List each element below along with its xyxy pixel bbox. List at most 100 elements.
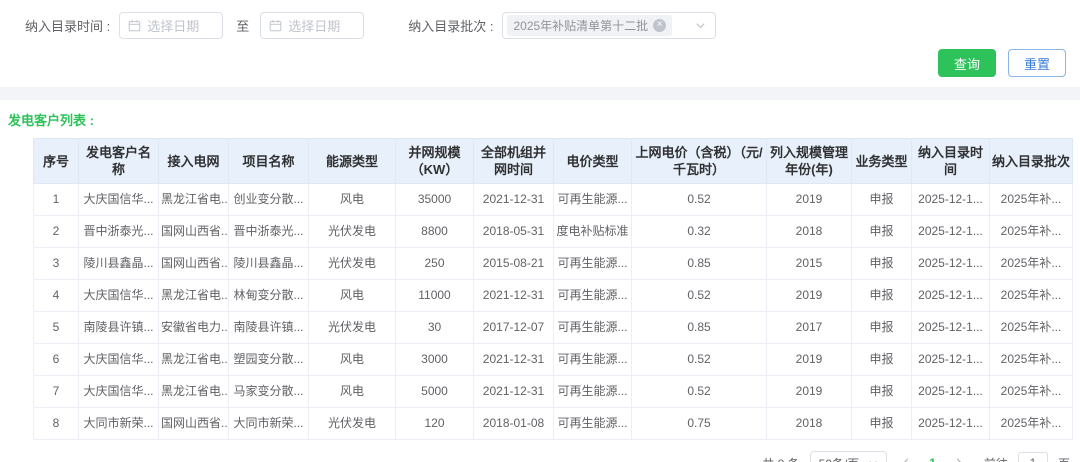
table-cell: 5	[34, 312, 79, 344]
start-date-input[interactable]: 选择日期	[119, 12, 223, 39]
table-row[interactable]: 6大庆国信华...黑龙江省电...塑园变分散...风电30002021-12-3…	[34, 344, 1073, 376]
table-cell: 可再生能源...	[554, 344, 632, 376]
column-header: 上网电价（含税）（元/千瓦时）	[632, 139, 767, 184]
table-row[interactable]: 3陵川县鑫晶...国网山西省...陵川县鑫晶...光伏发电2502015-08-…	[34, 248, 1073, 280]
table-cell: 2018	[767, 408, 852, 440]
table-cell: 黑龙江省电...	[159, 280, 229, 312]
page-size-select[interactable]: 50条/页	[810, 451, 888, 462]
prev-page-button[interactable]	[897, 451, 917, 462]
table-cell: 6	[34, 344, 79, 376]
table-row[interactable]: 7大庆国信华...黑龙江省电...马家变分散...风电50002021-12-3…	[34, 376, 1073, 408]
table-cell: 塑园变分散...	[229, 344, 309, 376]
filter-row: 纳入目录时间 : 选择日期 至 选择日期 纳入目录批次 : 2025年补贴清单第…	[25, 11, 1066, 39]
table-cell: 1	[34, 184, 79, 216]
table-cell: 马家变分散...	[229, 376, 309, 408]
table-row[interactable]: 1大庆国信华...黑龙江省电...创业变分散...风电350002021-12-…	[34, 184, 1073, 216]
table-cell: 国网山西省...	[159, 216, 229, 248]
table-cell: 0.52	[632, 184, 767, 216]
table-cell: 2017	[767, 312, 852, 344]
section-divider	[0, 87, 1080, 100]
table-cell: 申报	[852, 312, 912, 344]
table-cell: 3	[34, 248, 79, 280]
table-cell: 2021-12-31	[474, 376, 554, 408]
query-button[interactable]: 查询	[938, 49, 996, 77]
chevron-left-icon	[902, 458, 912, 462]
end-date-input[interactable]: 选择日期	[260, 12, 364, 39]
table-cell: 2019	[767, 184, 852, 216]
table-cell: 2015-08-21	[474, 248, 554, 280]
table-cell: 7	[34, 376, 79, 408]
table-cell: 5000	[396, 376, 474, 408]
filter-section: 纳入目录时间 : 选择日期 至 选择日期 纳入目录批次 : 2025年补贴清单第…	[0, 0, 1080, 77]
table-row[interactable]: 5南陵县许镇...安徽省电力...南陵县许镇...光伏发电302017-12-0…	[34, 312, 1073, 344]
next-page-button[interactable]	[948, 451, 968, 462]
calendar-icon	[128, 19, 141, 32]
table-cell: 120	[396, 408, 474, 440]
reset-button[interactable]: 重置	[1008, 49, 1066, 77]
table-cell: 2025-12-1...	[912, 248, 990, 280]
table-cell: 国网山西省...	[159, 408, 229, 440]
table-cell: 250	[396, 248, 474, 280]
table-cell: 可再生能源...	[554, 280, 632, 312]
table-cell: 光伏发电	[309, 408, 396, 440]
table-row[interactable]: 8大同市新荣...国网山西省...大同市新荣...光伏发电1202018-01-…	[34, 408, 1073, 440]
table-cell: 2025-12-1...	[912, 312, 990, 344]
current-page[interactable]: 1	[927, 456, 938, 462]
table-cell: 2025-12-1...	[912, 376, 990, 408]
batch-select[interactable]: 2025年补贴清单第十二批 ×	[502, 12, 716, 39]
table-cell: 创业变分散...	[229, 184, 309, 216]
table-cell: 2025-12-1...	[912, 184, 990, 216]
table-cell: 8	[34, 408, 79, 440]
table-cell: 风电	[309, 184, 396, 216]
column-header: 能源类型	[309, 139, 396, 184]
table-cell: 2018-01-08	[474, 408, 554, 440]
circle-close-icon[interactable]: ×	[653, 19, 666, 32]
column-header: 发电客户名称	[79, 139, 159, 184]
table-cell: 陵川县鑫晶...	[79, 248, 159, 280]
table-cell: 2025年补...	[990, 376, 1073, 408]
total-count: 共 8 条	[762, 455, 799, 462]
table-row[interactable]: 4大庆国信华...黑龙江省电...林甸变分散...风电110002021-12-…	[34, 280, 1073, 312]
table-cell: 4	[34, 280, 79, 312]
batch-tag-label: 2025年补贴清单第十二批	[513, 17, 648, 34]
batch-tag: 2025年补贴清单第十二批 ×	[507, 15, 672, 36]
column-header: 纳入目录批次	[990, 139, 1073, 184]
table-cell: 2025年补...	[990, 248, 1073, 280]
table-body: 1大庆国信华...黑龙江省电...创业变分散...风电350002021-12-…	[34, 184, 1073, 440]
column-header: 全部机组并网时间	[474, 139, 554, 184]
table-row[interactable]: 2晋中浙泰光...国网山西省...晋中浙泰光...光伏发电88002018-05…	[34, 216, 1073, 248]
table-cell: 可再生能源...	[554, 248, 632, 280]
table-title: 发电客户列表 :	[8, 110, 1072, 129]
table-cell: 2025-12-1...	[912, 344, 990, 376]
page-size-value: 50条/页	[819, 455, 860, 462]
table-section: 发电客户列表 : 序号发电客户名称接入电网项目名称能源类型并网规模（KW）全部机…	[0, 110, 1080, 462]
table-cell: 2019	[767, 280, 852, 312]
table-cell: 申报	[852, 248, 912, 280]
table-cell: 光伏发电	[309, 248, 396, 280]
table-cell: 风电	[309, 376, 396, 408]
table-cell: 2017-12-07	[474, 312, 554, 344]
table-cell: 35000	[396, 184, 474, 216]
table-cell: 2025-12-1...	[912, 408, 990, 440]
filter-actions: 查询 重置	[25, 49, 1066, 77]
table-cell: 黑龙江省电...	[159, 184, 229, 216]
table-cell: 大同市新荣...	[229, 408, 309, 440]
chevron-right-icon	[953, 458, 963, 462]
table-cell: 2021-12-31	[474, 280, 554, 312]
goto-page-input[interactable]	[1018, 452, 1048, 462]
table-cell: 2025-12-1...	[912, 280, 990, 312]
column-header: 项目名称	[229, 139, 309, 184]
date-range-to-label: 至	[236, 16, 249, 35]
table-cell: 晋中浙泰光...	[79, 216, 159, 248]
table-cell: 大庆国信华...	[79, 344, 159, 376]
table-cell: 0.85	[632, 248, 767, 280]
table-cell: 2025年补...	[990, 344, 1073, 376]
table-cell: 2	[34, 216, 79, 248]
calendar-icon	[269, 19, 282, 32]
table-cell: 2018-05-31	[474, 216, 554, 248]
table-cell: 申报	[852, 184, 912, 216]
table-cell: 度电补贴标准	[554, 216, 632, 248]
table-cell: 申报	[852, 216, 912, 248]
table-cell: 0.52	[632, 280, 767, 312]
table-cell: 申报	[852, 280, 912, 312]
